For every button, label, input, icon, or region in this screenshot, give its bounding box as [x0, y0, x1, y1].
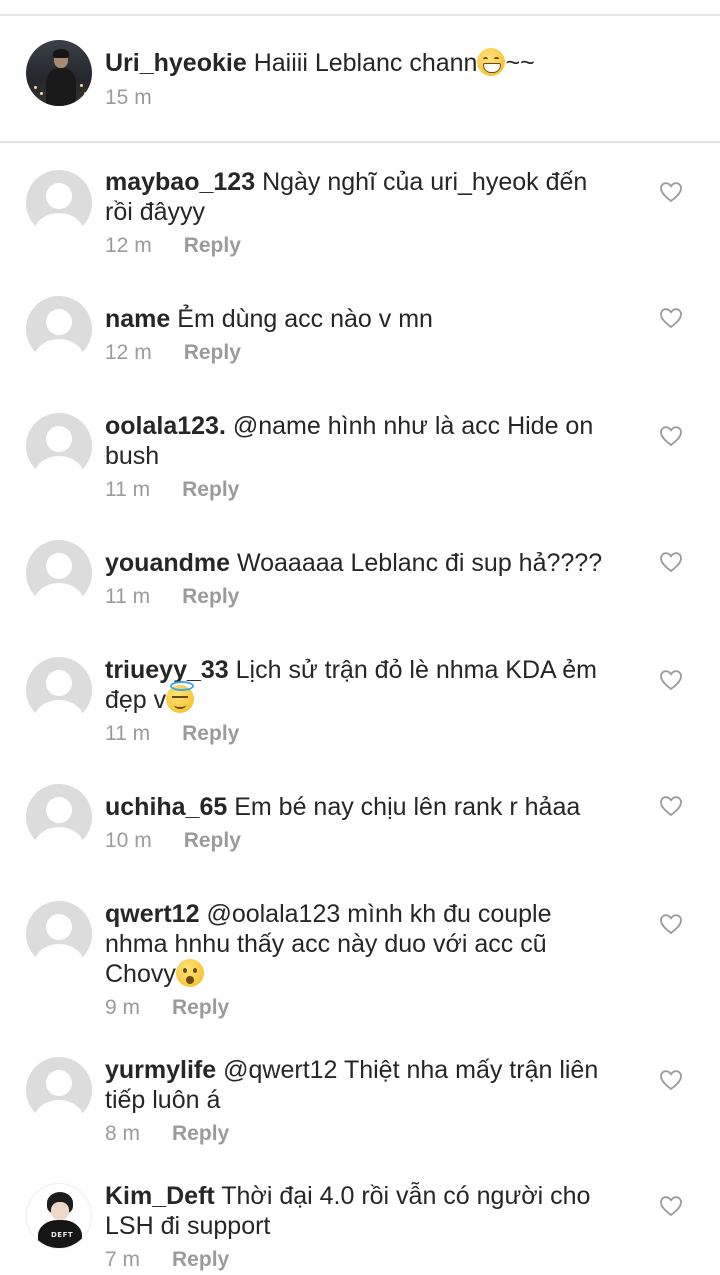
heart-icon[interactable] — [659, 425, 683, 447]
comment-text: qwert12 @oolala123 mình kh đu couple nhm… — [105, 899, 625, 989]
comment-username[interactable]: Kim_Deft — [105, 1182, 215, 1210]
comment-body-line: Ngày nghĩ của uri_hyeok đến — [262, 168, 588, 196]
reply-button[interactable]: Reply — [172, 1122, 229, 1145]
default-avatar-icon[interactable] — [26, 901, 92, 967]
caption-divider — [0, 141, 720, 143]
comment-body-line: đẹp v — [105, 686, 167, 714]
default-avatar-icon[interactable] — [26, 784, 92, 850]
comment-body-line: Chovy — [105, 960, 176, 988]
comment-username[interactable]: qwert12 — [105, 900, 199, 928]
comment-meta: 12 m Reply — [105, 233, 241, 259]
comment-body-line: Ẻm dùng acc nào v mn — [177, 305, 433, 333]
comment-body-line: bush — [105, 442, 160, 470]
heart-icon[interactable] — [659, 913, 683, 935]
grin-emoji-icon — [477, 48, 506, 76]
comment-body-line: Thời đại 4.0 rồi vẫn có người cho — [221, 1182, 591, 1210]
comment-time: 11 m — [105, 478, 151, 501]
comment-text: name Ẻm dùng acc nào v mn — [105, 304, 625, 334]
comment-time: 11 m — [105, 722, 151, 745]
comment-username[interactable]: name — [105, 305, 170, 333]
default-avatar-icon[interactable] — [26, 657, 92, 723]
heart-icon[interactable] — [659, 1069, 683, 1091]
comment-time: 8 m — [105, 1122, 141, 1145]
comment-time: 11 m — [105, 585, 151, 608]
comment-body-line: LSH đi support — [105, 1212, 271, 1240]
comment-meta: 11 m Reply — [105, 721, 239, 747]
comment-time: 12 m — [105, 234, 152, 257]
comment-meta: 8 m Reply — [105, 1121, 229, 1147]
reply-button[interactable]: Reply — [182, 478, 239, 501]
heart-icon[interactable] — [659, 181, 683, 203]
caption-avatar[interactable] — [26, 40, 92, 106]
reply-button[interactable]: Reply — [172, 996, 229, 1019]
comment-body-line: nhma hnhu thấy acc này duo với acc cũ — [105, 930, 547, 958]
top-divider — [0, 14, 720, 16]
comment-body-line: Lịch sử trận đỏ lè nhma KDA ẻm — [235, 656, 598, 684]
comment-username[interactable]: triueyy_33 — [105, 656, 229, 684]
heart-icon[interactable] — [659, 795, 683, 817]
reply-button[interactable]: Reply — [172, 1248, 229, 1271]
comment-meta: 11 m Reply — [105, 584, 239, 610]
comment-time: 10 m — [105, 829, 152, 852]
heart-icon[interactable] — [659, 307, 683, 329]
avatar-logo: DEFT — [51, 1231, 74, 1239]
comment-body-line: rồi đâyyy — [105, 198, 206, 226]
comment-username[interactable]: yurmylife — [105, 1056, 216, 1084]
comment-meta: 9 m Reply — [105, 995, 229, 1021]
heart-icon[interactable] — [659, 551, 683, 573]
comment-avatar[interactable]: DEFT — [26, 1183, 92, 1249]
comment-body-line: tiếp luôn á — [105, 1086, 221, 1114]
comment-body-line: @name hình như là acc Hide on — [232, 412, 594, 440]
comment-text: triueyy_33 Lịch sử trận đỏ lè nhma KDA ẻ… — [105, 655, 625, 715]
comment-meta: 7 m Reply — [105, 1247, 229, 1273]
comment-text: maybao_123 Ngày nghĩ của uri_hyeok đến r… — [105, 167, 625, 227]
comment-body-line: Em bé nay chịu lên rank r hảaa — [234, 793, 581, 821]
comment-body-line: Woaaaaa Leblanc đi sup hả???? — [236, 549, 603, 577]
reply-button[interactable]: Reply — [184, 341, 241, 364]
post-caption: Uri_hyeokie Haiiii Leblanc chann ~~ 15 m — [0, 38, 720, 142]
comment-meta: 12 m Reply — [105, 340, 241, 366]
caption-text: Uri_hyeokie Haiiii Leblanc chann ~~ — [105, 48, 625, 78]
comment-meta: 10 m Reply — [105, 828, 241, 854]
comment-time: 9 m — [105, 996, 141, 1019]
comment-text: youandme Woaaaaa Leblanc đi sup hả???? — [105, 548, 625, 578]
comment-text: Kim_Deft Thời đại 4.0 rồi vẫn có người c… — [105, 1181, 625, 1241]
default-avatar-icon[interactable] — [26, 170, 92, 236]
default-avatar-icon[interactable] — [26, 1057, 92, 1123]
reply-button[interactable]: Reply — [184, 234, 241, 257]
comment-text: oolala123. @name hình như là acc Hide on… — [105, 411, 625, 471]
astonished-emoji-icon — [175, 959, 204, 987]
default-avatar-icon[interactable] — [26, 540, 92, 606]
caption-body: Haiiii Leblanc chann — [253, 49, 478, 77]
reply-button[interactable]: Reply — [184, 829, 241, 852]
reply-button[interactable]: Reply — [182, 585, 239, 608]
comment-text: yurmylife @qwert12 Thiệt nha mấy trận li… — [105, 1055, 625, 1115]
comment-username[interactable]: maybao_123 — [105, 168, 255, 196]
halo-emoji-icon — [166, 681, 195, 713]
caption-username[interactable]: Uri_hyeokie — [105, 49, 247, 77]
comment-body-line: @qwert12 Thiệt nha mấy trận liên — [223, 1056, 599, 1084]
default-avatar-icon[interactable] — [26, 413, 92, 479]
comment-username[interactable]: youandme — [105, 549, 230, 577]
comment-body-line: @oolala123 mình kh đu couple — [206, 900, 552, 928]
comment-time: 7 m — [105, 1248, 141, 1271]
comment-text: uchiha_65 Em bé nay chịu lên rank r hảaa — [105, 792, 625, 822]
reply-button[interactable]: Reply — [182, 722, 239, 745]
default-avatar-icon[interactable] — [26, 296, 92, 362]
comment-username[interactable]: uchiha_65 — [105, 793, 227, 821]
comment-time: 12 m — [105, 341, 152, 364]
comment-username[interactable]: oolala123. — [105, 412, 226, 440]
heart-icon[interactable] — [659, 1195, 683, 1217]
comment-meta: 11 m Reply — [105, 477, 239, 503]
caption-suffix: ~~ — [505, 49, 535, 77]
caption-time: 15 m — [105, 86, 152, 109]
heart-icon[interactable] — [659, 669, 683, 691]
